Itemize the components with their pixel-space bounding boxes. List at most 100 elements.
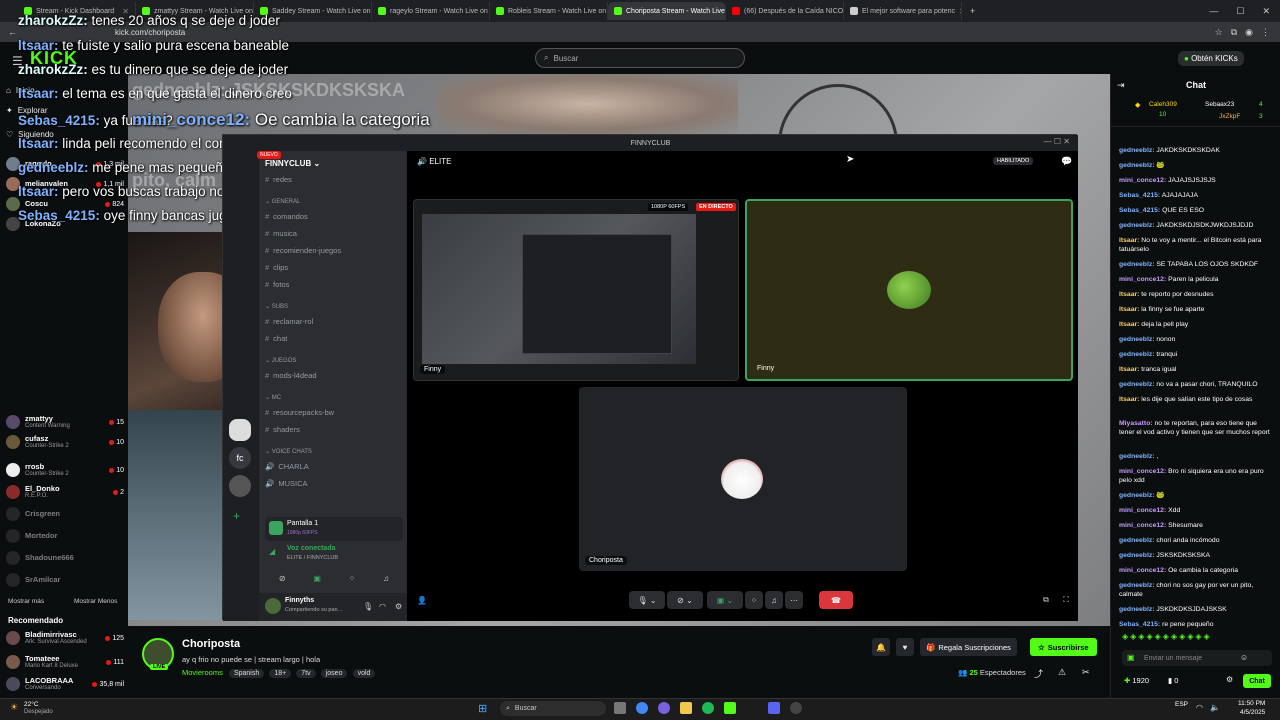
chat-username[interactable]: gedneeblz: — [1119, 492, 1155, 499]
clock-time[interactable]: 11:50 PM — [1238, 700, 1265, 707]
participant-tile-choriposta[interactable]: Choriposta — [579, 387, 907, 571]
send-chat-button[interactable]: Chat — [1243, 674, 1271, 688]
chat-bubble-icon[interactable]: 💬 — [1061, 156, 1072, 167]
chat-username[interactable]: gedneeblz: — [1119, 147, 1155, 154]
sidebar-channel[interactable]: SrAmilcar — [6, 570, 124, 590]
camera-toggle-button[interactable]: ⊘ ⌄ — [667, 591, 703, 609]
tag-chip[interactable]: joseo — [320, 669, 348, 678]
browser-tab[interactable]: Robleis Stream - Watch Live on✕ — [490, 2, 608, 20]
clock-date[interactable]: 4/5/2025 — [1240, 709, 1265, 716]
chat-username[interactable]: ltsaar: — [1119, 306, 1139, 313]
chat-username[interactable]: gedneeblz: — [1119, 261, 1155, 268]
tag-chip[interactable]: 18+ — [269, 669, 292, 678]
clip-icon[interactable]: ✂ — [1082, 667, 1090, 678]
server-name[interactable]: FINNYCLUB ⌄ — [265, 159, 320, 168]
mic-toggle-button[interactable]: 🎙 ⌄ — [629, 591, 665, 609]
channel-item[interactable]: # mods-l4dead — [265, 371, 401, 380]
sidebar-channel[interactable]: Crisgreen — [6, 504, 124, 524]
tag-chip[interactable]: Spanish — [228, 669, 265, 678]
disconnect-call-button[interactable]: ☎ — [819, 591, 853, 609]
settings-gear-icon[interactable]: ⚙ — [395, 602, 402, 611]
channel-category-header[interactable]: ⌄ MC — [265, 394, 281, 401]
popout-icon[interactable]: ⧉ — [1039, 591, 1053, 609]
chat-username[interactable]: mini_conce12: — [1119, 522, 1166, 529]
sidebar-channel[interactable]: Shadoune666 — [6, 548, 124, 568]
emote-picker-icon[interactable]: ☺ — [1240, 653, 1248, 662]
chat-username[interactable]: Sebas_4215: — [1119, 621, 1160, 628]
channel-item[interactable]: # chat — [265, 334, 401, 343]
more-options-button[interactable]: ⋯ — [785, 591, 803, 609]
chat-username[interactable]: gedneeblz: — [1119, 537, 1155, 544]
spotify-icon[interactable] — [702, 702, 714, 714]
camera-off-icon[interactable]: ⊘ — [279, 574, 286, 583]
channel-item[interactable]: # redes — [265, 175, 401, 184]
url-field[interactable]: kick.com/choriposta — [115, 28, 185, 37]
server-icon[interactable] — [229, 419, 251, 441]
tag-chip[interactable]: 7tv — [296, 669, 316, 678]
bookmark-star-icon[interactable]: ☆ — [1215, 27, 1223, 38]
activities-icon[interactable]: ⁘ — [349, 574, 356, 583]
share-icon[interactable]: ⤴ — [1034, 667, 1043, 680]
streamer-name[interactable]: Choriposta — [182, 638, 240, 650]
search-input[interactable]: ⌕ Buscar — [535, 48, 745, 68]
top-gifter-name[interactable]: Sebaax23 — [1205, 101, 1234, 108]
channel-category-header[interactable]: ⌄ GENERAL — [265, 198, 300, 205]
sidebar-channel[interactable]: cufasz Counter-Strike 2 10 — [6, 432, 124, 452]
kick-app-icon[interactable] — [724, 702, 736, 714]
channel-item[interactable]: # recomienden-juegos — [265, 246, 401, 255]
chat-username[interactable]: gedneeblz: — [1119, 552, 1155, 559]
profile-icon[interactable]: ◉ — [1245, 27, 1253, 38]
avatar[interactable] — [265, 598, 281, 614]
taskbar-search[interactable]: ⌕ Buscar — [500, 701, 606, 716]
add-server-icon[interactable]: + — [233, 509, 240, 523]
channel-item[interactable]: # comandos — [265, 212, 401, 221]
mic-icon[interactable]: 🎙 — [363, 602, 373, 611]
server-icon[interactable] — [229, 475, 251, 497]
chat-username[interactable]: gedneeblz: — [1119, 381, 1155, 388]
channel-item[interactable]: # shaders — [265, 425, 401, 434]
volume-icon[interactable]: 🔈 — [1210, 703, 1220, 712]
show-less-link[interactable]: Mostrar Menos — [74, 598, 117, 605]
browser-tab[interactable]: El mejor software para potenc ✕ — [844, 2, 962, 20]
screen-share-toggle-button[interactable]: ▣ ⌄ — [707, 591, 743, 609]
fullscreen-icon[interactable]: ⛶ — [1059, 591, 1073, 609]
sidebar-channel[interactable]: El_Donko R.E.P.O. 2 — [6, 482, 124, 502]
chat-settings-gear-icon[interactable]: ⚙ — [1226, 675, 1233, 684]
channel-item[interactable]: # musica — [265, 229, 401, 238]
notification-bell-button[interactable]: 🔔 — [872, 638, 890, 656]
chat-username[interactable]: Sebas_4215: — [1119, 207, 1160, 214]
extensions-icon[interactable]: ⧉ — [1231, 27, 1237, 38]
screen-share-tile[interactable]: 1080P 60FPS EN DIRECTO Finny — [413, 199, 739, 381]
chat-username[interactable]: ltsaar: — [1119, 396, 1139, 403]
report-icon[interactable]: ⚠ — [1058, 667, 1066, 678]
kick-emote-icon[interactable]: ▣ — [1127, 653, 1135, 662]
window-controls[interactable]: — ☐ ✕ — [1044, 137, 1070, 146]
channel-item[interactable]: 🔊 CHARLA — [265, 462, 401, 471]
screen-share-button-icon[interactable]: ▣ — [313, 574, 321, 583]
chat-username[interactable]: mini_conce12: — [1119, 507, 1166, 514]
close-window-icon[interactable]: ✕ — [1262, 6, 1270, 17]
get-kicks-button[interactable]: ● Obtén KICKs — [1178, 51, 1244, 66]
top-gifter-name[interactable]: Caleh309 — [1149, 101, 1177, 108]
kicks-balance[interactable]: ▮ 0 — [1168, 676, 1178, 685]
language-indicator[interactable]: ESP — [1175, 701, 1188, 708]
headphones-icon[interactable]: ◠ — [379, 602, 386, 611]
chat-username[interactable]: gedneeblz: — [1119, 162, 1155, 169]
invite-user-icon[interactable]: 👤 — [415, 591, 429, 609]
server-icon-fc[interactable]: fc — [229, 447, 251, 469]
chat-message-input[interactable]: Enviar un mensaje — [1122, 650, 1272, 666]
chat-username[interactable]: ltsaar: — [1119, 366, 1139, 373]
participant-tile-finny[interactable]: Finny — [745, 199, 1073, 381]
file-explorer-icon[interactable] — [680, 702, 692, 714]
chat-username[interactable]: ltsaar: — [1119, 237, 1139, 244]
chat-username[interactable]: gedneeblz: — [1119, 222, 1155, 229]
chat-username[interactable]: gedneeblz: — [1119, 351, 1155, 358]
sidebar-recommended-channel[interactable]: Tomateee Mario Kart 8 Deluxe 111 — [6, 652, 124, 672]
soundboard-icon[interactable]: ♫ — [383, 574, 389, 583]
top-gifter-name[interactable]: JxZkpF — [1219, 113, 1240, 120]
channel-item[interactable]: # resourcepacks-bw — [265, 408, 401, 417]
channel-item[interactable]: 🔊 MUSICA — [265, 479, 401, 488]
back-icon[interactable]: ← — [8, 27, 17, 37]
sidebar-recommended-channel[interactable]: LACOBRAAA Conversando 35,8 mil — [6, 674, 124, 694]
windows-start-icon[interactable]: ⊞ — [478, 702, 487, 715]
